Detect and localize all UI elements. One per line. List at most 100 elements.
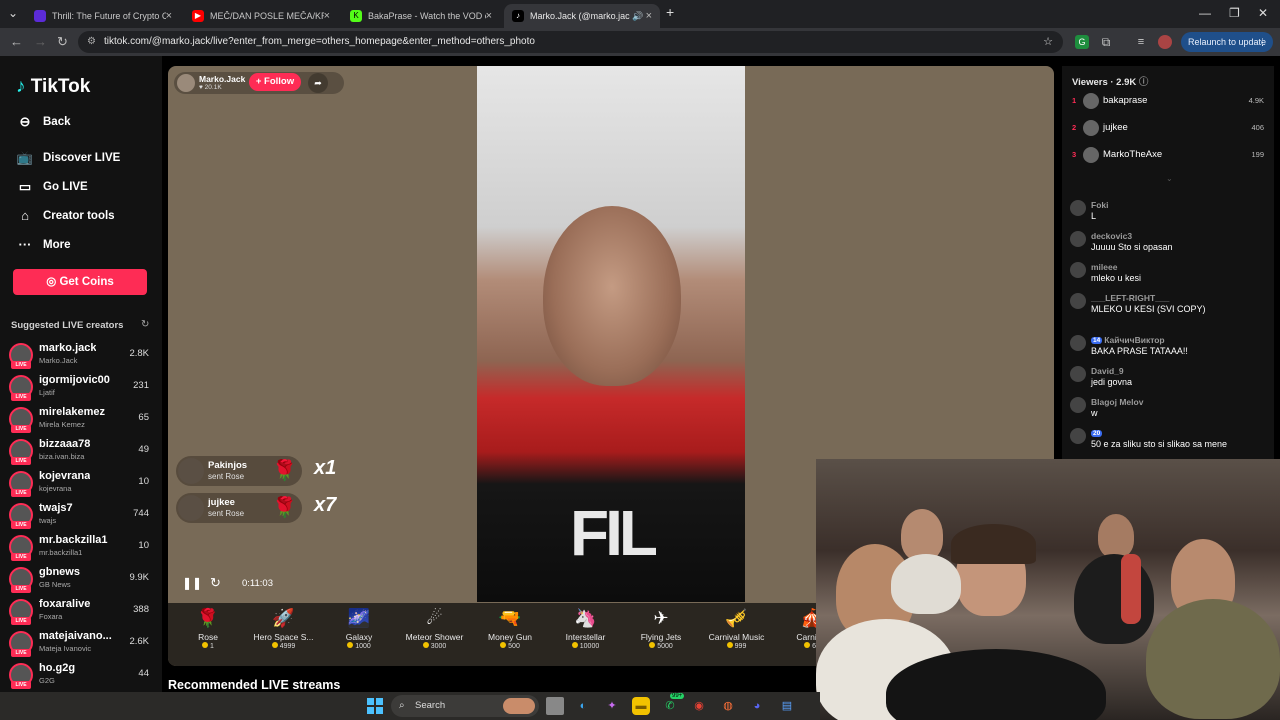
nav-label: Go LIVE: [43, 181, 88, 193]
profile-avatar-icon[interactable]: [1158, 35, 1172, 49]
chat-username: Blagoj Melov: [1091, 397, 1143, 407]
browser-tab-2[interactable]: ▶ MEČ/DAN POSLE MEČA/KRAJ P ×: [184, 4, 338, 28]
info-icon[interactable]: ⓘ: [1139, 77, 1149, 88]
rose-icon: 🌹: [196, 608, 220, 628]
bookmark-star-icon[interactable]: ☆: [1043, 31, 1053, 53]
minimize-icon[interactable]: —: [1199, 6, 1211, 20]
kebab-menu-icon[interactable]: ⋮: [1258, 32, 1267, 52]
viewer-score: 199: [1251, 150, 1264, 159]
tab-title: BakaPrase - Watch the VOD on: [368, 11, 486, 21]
close-tab-icon[interactable]: ×: [646, 10, 652, 22]
tab-search-icon[interactable]: ⌄: [8, 6, 18, 20]
refresh-stream-icon[interactable]: ↻: [210, 575, 221, 591]
file-explorer-icon[interactable]: ▬: [632, 697, 650, 715]
suggested-creators-title: Suggested LIVE creators: [11, 320, 124, 331]
site-info-icon[interactable]: ⚙: [87, 31, 96, 53]
spaceship-icon: 🚀: [272, 608, 295, 628]
new-tab-icon[interactable]: +: [666, 4, 674, 20]
tiktok-logo[interactable]: ♪ TikTok: [16, 76, 90, 98]
restore-icon[interactable]: ❐: [1229, 6, 1240, 20]
creator-name: marko.jack: [39, 342, 97, 354]
viewer-count: 744: [133, 508, 149, 519]
avatar: [1070, 231, 1086, 247]
back-label: Back: [43, 116, 71, 128]
reload-icon[interactable]: ↻: [57, 34, 68, 50]
suggested-creator-item[interactable]: LIVE bizzaaa78 biza.ivan.biza 49: [9, 436, 154, 466]
gift-item[interactable]: 🌹 Rose 1: [175, 607, 241, 650]
browser-tab-4[interactable]: ♪ Marko.Jack (@marko.jack) i 🔊 ×: [504, 4, 660, 28]
host-avatar[interactable]: [177, 74, 195, 92]
gift-item[interactable]: ☄ Meteor Shower 3000: [402, 607, 468, 650]
sidebar-item-discover-live[interactable]: 📺 Discover LIVE: [16, 150, 120, 166]
viewer-count: 10: [138, 540, 149, 551]
top-viewer-row[interactable]: 2 jujkee 406: [1072, 120, 1264, 138]
suggested-creator-item[interactable]: LIVE marko.jack Marko.Jack 2.8K: [9, 340, 154, 370]
windows-taskbar: ⌕ Search ◐ ✦ ▬ ✆ 99+ ◉ ◍ ◕ ▤: [0, 692, 820, 720]
media-control-icon[interactable]: ≡: [1134, 35, 1148, 49]
sidebar-item-creator-tools[interactable]: ⌂ Creator tools: [16, 208, 115, 223]
notepad-icon[interactable]: ▤: [778, 697, 796, 715]
extension-icon[interactable]: G: [1075, 35, 1089, 49]
collapse-chevron-icon[interactable]: ⌄: [1166, 174, 1173, 183]
copilot-icon[interactable]: ✦: [603, 697, 621, 715]
gift-name: Galaxy: [345, 632, 373, 642]
windows-start-icon[interactable]: [367, 698, 383, 714]
host-likes: ♥ 20.1K: [199, 84, 222, 91]
avatar: [1083, 120, 1099, 136]
forward-arrow-icon[interactable]: →: [34, 34, 47, 49]
creator-name: igormijovic00: [39, 374, 110, 386]
suggested-creator-item[interactable]: LIVE mr.backzilla1 mr.backzilla1 10: [9, 532, 154, 562]
audio-playing-icon[interactable]: 🔊: [632, 11, 643, 22]
pause-icon[interactable]: ❚❚: [182, 576, 202, 590]
whatsapp-icon[interactable]: ✆: [661, 697, 679, 715]
gift-item[interactable]: 🦄 Interstellar 10000: [553, 607, 619, 650]
suggested-creator-item[interactable]: LIVE mirelakemez Mirela Kemez 65: [9, 404, 154, 434]
browser-tab-1[interactable]: Thrill: The Future of Crypto Casi ×: [26, 4, 180, 28]
close-window-icon[interactable]: ✕: [1258, 6, 1268, 20]
chrome-icon[interactable]: ◉: [690, 697, 708, 715]
puzzle-extensions-icon[interactable]: ⧉: [1099, 35, 1113, 49]
suggested-creator-item[interactable]: LIVE igormijovic00 Ljatif 231: [9, 372, 154, 402]
relaunch-to-update-button[interactable]: Relaunch to update ⋮: [1181, 32, 1273, 52]
chat-username-text: КайчичВиктор: [1104, 335, 1165, 345]
creator-display-name: GB News: [39, 580, 71, 589]
share-icon[interactable]: ➦: [308, 73, 328, 93]
suggested-creator-item[interactable]: LIVE twajs7 twajs 744: [9, 500, 154, 530]
gift-item[interactable]: 🚀 Hero Space S... 4999: [251, 607, 317, 650]
suggested-creator-item[interactable]: LIVE kojevrana kojevrana 10: [9, 468, 154, 498]
discord-icon[interactable]: ◕: [748, 697, 766, 715]
top-viewer-row[interactable]: 1 bakaprase 4.9K: [1072, 93, 1264, 111]
gift-item[interactable]: ✈ Flying Jets 5000: [628, 607, 694, 650]
refresh-icon[interactable]: ↻: [141, 319, 149, 330]
live-video-frame[interactable]: FIL: [477, 66, 745, 602]
sidebar-item-go-live[interactable]: ▭ Go LIVE: [16, 179, 88, 195]
taskbar-search[interactable]: ⌕ Search: [391, 695, 539, 717]
viewers-header[interactable]: Viewers · 2.9K ⓘ: [1072, 74, 1148, 88]
close-tab-icon[interactable]: ×: [324, 10, 330, 22]
back-arrow-icon[interactable]: ←: [10, 34, 23, 49]
edge-icon[interactable]: ◐: [574, 697, 592, 715]
gift-item[interactable]: 🌌 Galaxy 1000: [326, 607, 392, 650]
back-button[interactable]: ⊖ Back: [16, 114, 71, 130]
close-tab-icon[interactable]: ×: [166, 10, 172, 22]
close-tab-icon[interactable]: ×: [486, 10, 492, 22]
search-icon: ⌕: [399, 700, 405, 711]
url-input[interactable]: ⚙ tiktok.com/@marko.jack/live?enter_from…: [78, 31, 1063, 53]
gift-item[interactable]: 🎺 Carnival Music 999: [704, 607, 770, 650]
suggested-creator-item[interactable]: LIVE foxaralive Foxara 388: [9, 596, 154, 626]
creator-name: ho.g2g: [39, 662, 76, 674]
gift-name: Rose: [198, 632, 218, 642]
firefox-icon[interactable]: ◍: [719, 697, 737, 715]
gift-item[interactable]: 🔫 Money Gun 500: [477, 607, 543, 650]
follow-button[interactable]: + Follow: [249, 73, 301, 91]
suggested-creator-item[interactable]: LIVE matejaivano... Mateja Ivanovic 2.6K: [9, 628, 154, 658]
gift-name: Meteor Shower: [405, 632, 464, 642]
avatar: [1083, 147, 1099, 163]
suggested-creator-item[interactable]: LIVE ho.g2g G2G 44: [9, 660, 154, 690]
browser-tab-3[interactable]: K BakaPrase - Watch the VOD on ×: [342, 4, 500, 28]
suggested-creator-item[interactable]: LIVE gbnews GB News 9.9K: [9, 564, 154, 594]
task-view-icon[interactable]: [546, 697, 564, 715]
sidebar-item-more[interactable]: ··· More: [16, 237, 71, 252]
top-viewer-row[interactable]: 3 MarkoTheAxe 199: [1072, 147, 1264, 165]
get-coins-button[interactable]: ◎ Get Coins: [13, 269, 147, 295]
